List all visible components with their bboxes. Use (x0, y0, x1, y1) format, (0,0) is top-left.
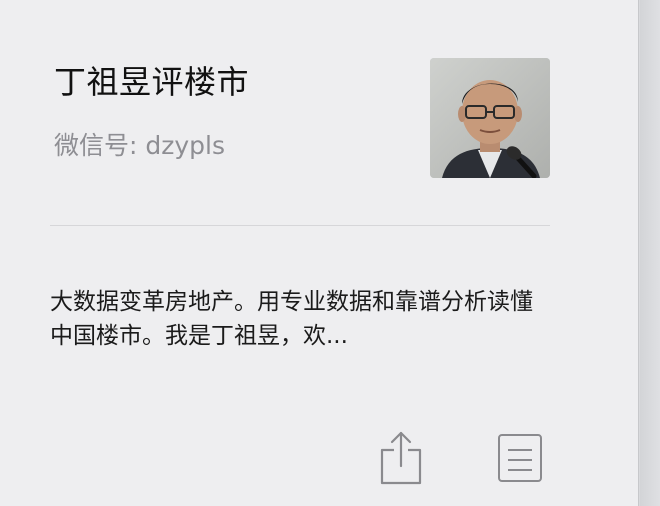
account-description: 大数据变革房地产。用专业数据和靠谱分析读懂中国楼市。我是丁祖昱，欢... (50, 289, 533, 349)
divider (50, 225, 550, 226)
share-icon (380, 431, 422, 485)
person-photo-icon (430, 58, 550, 178)
document-button[interactable] (494, 428, 544, 488)
avatar (430, 58, 550, 178)
share-button[interactable] (376, 428, 426, 488)
document-icon (498, 434, 542, 482)
window-edge (640, 0, 660, 506)
profile-card: 丁祖昱评楼市 微信号: dzypls 大数据变革房地产。用专业数据和靠谱分析读懂… (0, 0, 639, 506)
wechat-id-label: 微信号: dzypls (54, 131, 225, 160)
account-name: 丁祖昱评楼市 (54, 63, 250, 101)
